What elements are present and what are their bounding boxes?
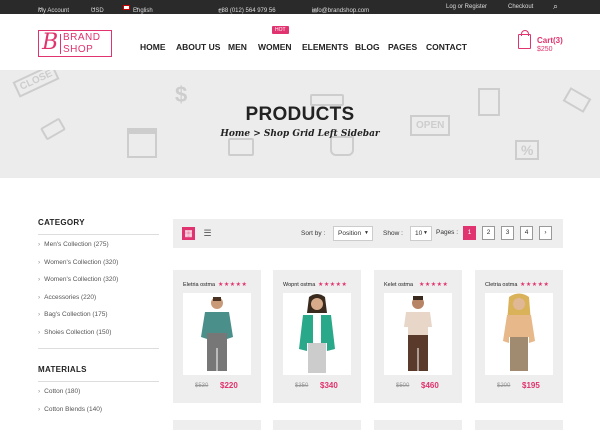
- checkout-link[interactable]: Checkout: [508, 4, 533, 10]
- model-figure: [201, 297, 233, 371]
- category-heading: CATEGORY: [38, 218, 85, 227]
- product-price: $195: [522, 381, 540, 390]
- logo-divider: [60, 34, 61, 54]
- sort-select[interactable]: Position ▼: [333, 226, 373, 241]
- chevron-down-icon: ▼: [423, 230, 428, 236]
- product-name[interactable]: Eletria ostma: [183, 282, 215, 288]
- currency-select[interactable]: USD ⌄: [91, 4, 104, 14]
- hot-badge: HOT: [272, 26, 289, 34]
- page-3-button[interactable]: 3: [501, 226, 514, 240]
- model-figure: [503, 293, 535, 371]
- category-item[interactable]: Men's Collection (275): [38, 241, 159, 259]
- nav-about-us[interactable]: ABOUT US: [176, 42, 220, 52]
- product-image[interactable]: [485, 293, 553, 375]
- sidebar: CATEGORY Men's Collection (275) Women's …: [38, 218, 159, 423]
- credit-card-icon: [228, 138, 254, 156]
- product-name[interactable]: Kelet ostma: [384, 282, 413, 288]
- list-view-icon[interactable]: ☰: [202, 227, 213, 240]
- product-card[interactable]: [273, 420, 361, 430]
- search-icon[interactable]: ⌕: [553, 1, 558, 12]
- shopping-bag-icon: [518, 30, 531, 49]
- product-price: $460: [421, 381, 439, 390]
- product-image[interactable]: [283, 293, 351, 375]
- top-bar: My Account ⌄ USD ⌄ English ⌄ ✆ +88 (012)…: [0, 0, 600, 15]
- product-card[interactable]: Kelet ostma ★★★★★ $500 $460: [374, 270, 462, 403]
- materials-heading: MATERIALS: [38, 365, 87, 374]
- cart-count: Cart(3): [537, 36, 563, 45]
- product-card[interactable]: [173, 420, 261, 430]
- discount-icon: %: [515, 140, 540, 160]
- header: B BRAND SHOP HOME ABOUT US MEN WOMEN ELE…: [0, 14, 600, 70]
- product-image[interactable]: [183, 293, 251, 375]
- old-price: $200: [497, 383, 511, 389]
- material-item[interactable]: Cotton Blends (140): [38, 406, 159, 424]
- product-image[interactable]: [384, 293, 452, 375]
- nav-contact[interactable]: CONTACT: [426, 42, 467, 52]
- nav-men[interactable]: MEN: [228, 42, 247, 52]
- show-select[interactable]: 10 ▼: [410, 226, 432, 241]
- product-card[interactable]: Eletria ostma ★★★★★ $530 $220: [173, 270, 261, 403]
- divider: [38, 381, 159, 382]
- product-name[interactable]: Wopnt ostma: [283, 282, 315, 288]
- page-2-button[interactable]: 2: [482, 226, 495, 240]
- product-card[interactable]: Cletria ostma ★★★★★ $200 $195: [475, 270, 563, 403]
- close-sign-icon: CLOSE: [12, 70, 60, 98]
- product-price: $340: [320, 381, 338, 390]
- category-item[interactable]: Shoies Collection (150): [38, 329, 159, 347]
- logo-initial: B: [42, 30, 59, 55]
- breadcrumb[interactable]: Home > Shop Grid Left Sidebar: [0, 129, 600, 139]
- show-value: 10: [415, 230, 423, 237]
- rating-stars: ★★★★★: [419, 282, 449, 288]
- shop-toolbar: ▦ ☰ Sort by : Position ▼ Show : 10 ▼ Pages…: [173, 219, 563, 248]
- product-card[interactable]: [374, 420, 462, 430]
- material-item[interactable]: Cotton (180): [38, 388, 159, 406]
- product-card[interactable]: Wopnt ostma ★★★★★ $350 $340: [273, 270, 361, 403]
- nav-blog[interactable]: BLOG: [355, 42, 380, 52]
- rating-stars: ★★★★★: [318, 282, 348, 288]
- show-label: Show :: [383, 230, 403, 237]
- page-4-button[interactable]: 4: [520, 226, 533, 240]
- nav-elements[interactable]: ELEMENTS: [302, 42, 348, 52]
- cart-total: $250: [537, 46, 553, 53]
- chevron-down-icon: ▼: [364, 230, 369, 236]
- rating-stars: ★★★★★: [218, 282, 248, 288]
- login-link[interactable]: Log or Register: [446, 4, 487, 10]
- my-account-link[interactable]: My Account ⌄: [38, 4, 69, 14]
- logo-line2: SHOP: [63, 44, 94, 55]
- product-price: $220: [220, 381, 238, 390]
- pages-label: Pages :: [436, 229, 459, 236]
- nav-women[interactable]: WOMEN: [258, 42, 292, 52]
- product-card[interactable]: [475, 420, 563, 430]
- category-item[interactable]: Women's Collection (320): [38, 259, 159, 277]
- old-price: $530: [195, 383, 209, 389]
- nav-home[interactable]: HOME: [140, 42, 166, 52]
- model-figure: [299, 294, 335, 373]
- category-item[interactable]: Accessories (220): [38, 294, 159, 312]
- logo-line1: BRAND: [63, 32, 101, 43]
- old-price: $500: [396, 383, 410, 389]
- rating-stars: ★★★★★: [520, 282, 550, 288]
- basket-icon: [330, 136, 354, 156]
- flag-icon: [123, 5, 130, 10]
- language-select[interactable]: English ⌄: [123, 4, 153, 14]
- sort-value: Position: [338, 230, 362, 237]
- next-page-button[interactable]: ›: [539, 226, 552, 240]
- nav-pages[interactable]: PAGES: [388, 42, 417, 52]
- divider: [38, 348, 159, 349]
- model-figure: [404, 296, 432, 371]
- old-price: $350: [295, 383, 309, 389]
- page-title: PRODUCTS: [245, 104, 355, 125]
- brand-logo[interactable]: B BRAND SHOP: [38, 30, 112, 57]
- page-banner: CLOSE $ OPEN % PRODUCTS Home > Shop Grid…: [0, 70, 600, 178]
- category-item[interactable]: Women's Collection (320): [38, 276, 159, 294]
- product-name[interactable]: Cletria ostma: [485, 282, 517, 288]
- grid-view-icon[interactable]: ▦: [182, 227, 195, 240]
- category-item[interactable]: Bag's Collection (175): [38, 311, 159, 329]
- divider: [38, 234, 159, 235]
- sort-label: Sort by :: [301, 230, 326, 237]
- page-1-button[interactable]: 1: [463, 226, 476, 240]
